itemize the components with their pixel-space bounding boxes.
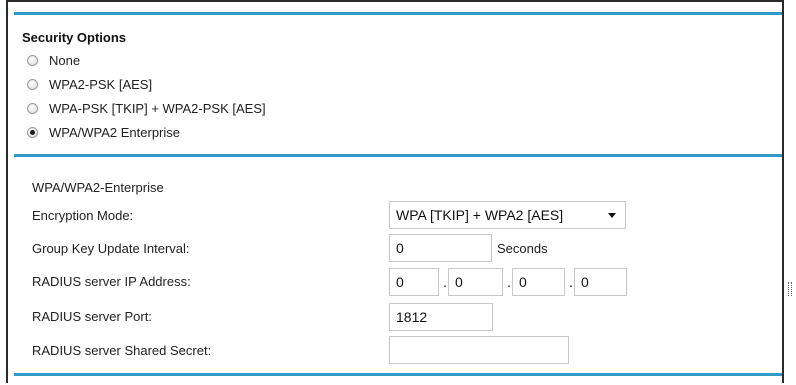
radio-button[interactable] — [27, 78, 38, 90]
radius-ip-octet-4[interactable]: 0 — [574, 268, 627, 296]
group-key-interval-input[interactable]: 0 — [389, 234, 492, 262]
group-key-interval-label: Group Key Update Interval: — [32, 241, 190, 256]
radio-label: WPA-PSK [TKIP] + WPA2-PSK [AES] — [49, 100, 266, 116]
radio-button[interactable] — [27, 54, 38, 66]
radius-port-label: RADIUS server Port: — [32, 309, 152, 324]
ip-separator: . — [443, 274, 447, 290]
radio-label: None — [49, 52, 81, 68]
ip-separator: . — [507, 274, 511, 290]
radio-label: WPA/WPA2 Enterprise — [49, 124, 180, 140]
enterprise-section-title: WPA/WPA2-Enterprise — [32, 180, 164, 195]
resize-grip-icon[interactable] — [788, 282, 792, 296]
radio-option-wpa-enterprise[interactable]: WPA/WPA2 Enterprise — [27, 122, 180, 142]
radio-option-none[interactable]: None — [27, 50, 80, 70]
radio-option-wpa2-psk[interactable]: WPA2-PSK [AES] — [27, 74, 152, 94]
encryption-mode-label: Encryption Mode: — [32, 208, 134, 223]
dropdown-arrow-icon — [608, 213, 616, 218]
radio-button-selected[interactable] — [27, 126, 38, 138]
encryption-mode-select[interactable]: WPA [TKIP] + WPA2 [AES] — [389, 201, 626, 229]
radio-option-wpa-wpa2-psk[interactable]: WPA-PSK [TKIP] + WPA2-PSK [AES] — [27, 98, 266, 118]
radius-port-input[interactable]: 1812 — [389, 303, 493, 331]
radio-label: WPA2-PSK [AES] — [49, 76, 153, 92]
top-divider — [14, 12, 782, 15]
ip-separator: . — [569, 274, 573, 290]
seconds-unit-label: Seconds — [497, 241, 548, 256]
security-options-heading: Security Options — [22, 30, 127, 45]
bottom-divider — [14, 373, 782, 376]
radius-ip-label: RADIUS server IP Address: — [32, 274, 191, 289]
radius-ip-octet-3[interactable]: 0 — [512, 268, 565, 296]
radius-secret-label: RADIUS server Shared Secret: — [32, 343, 212, 358]
encryption-mode-value: WPA [TKIP] + WPA2 [AES] — [396, 207, 564, 223]
radius-ip-octet-1[interactable]: 0 — [389, 268, 439, 296]
radius-ip-octet-2[interactable]: 0 — [448, 268, 503, 296]
radius-secret-input[interactable] — [389, 336, 569, 364]
middle-divider — [14, 154, 782, 157]
radio-button[interactable] — [27, 102, 38, 114]
